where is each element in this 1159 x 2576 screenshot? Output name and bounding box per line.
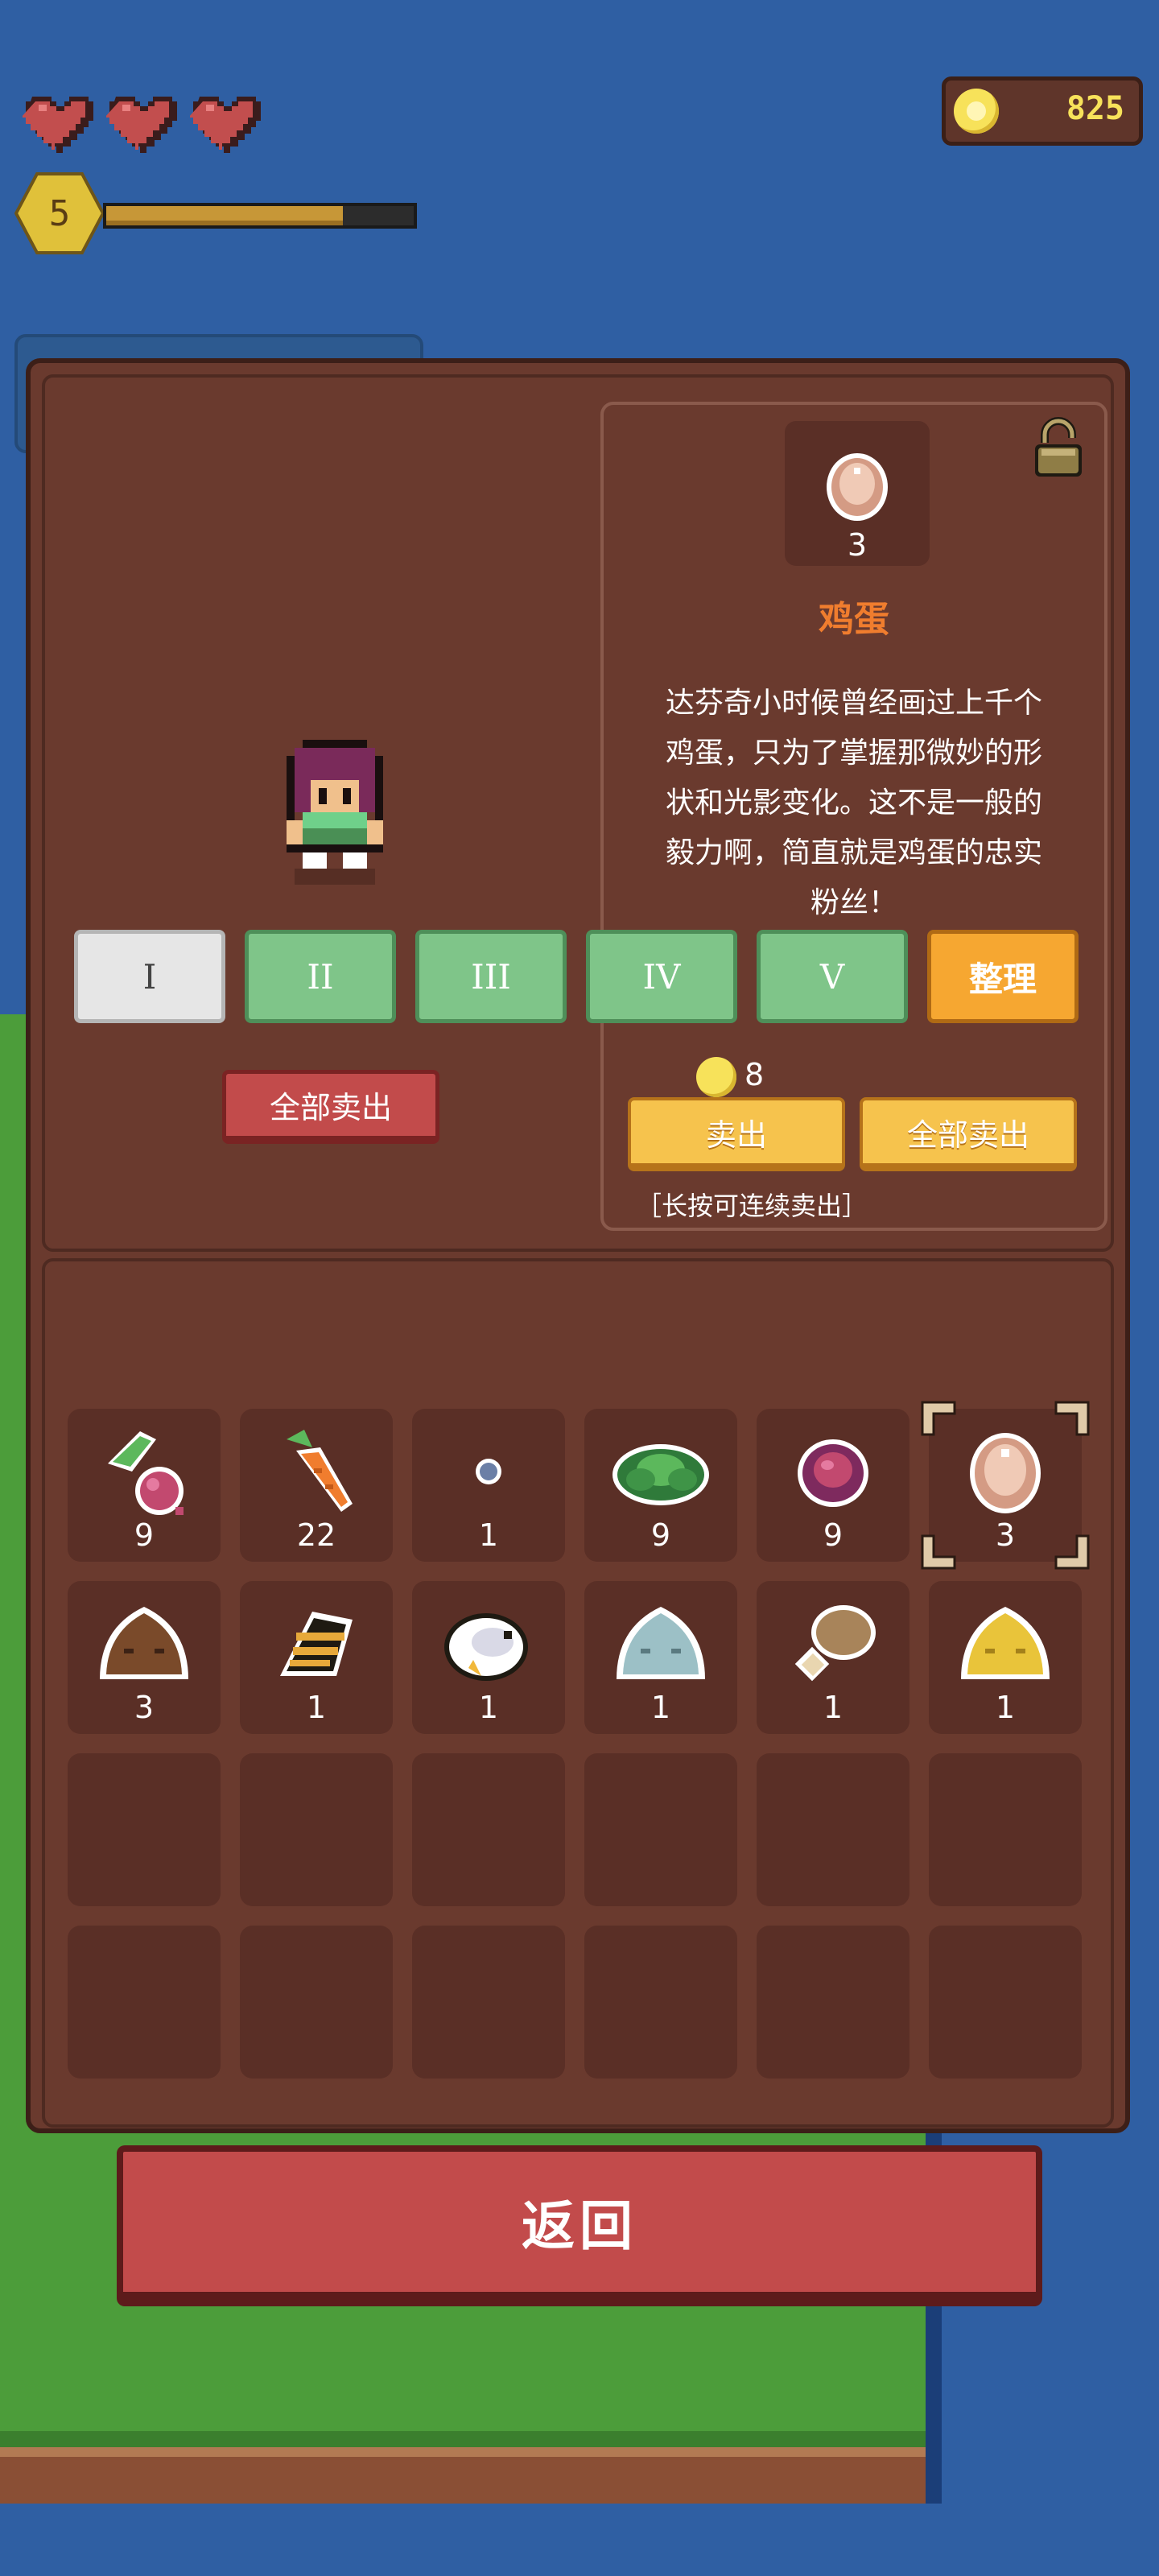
tab-page-2[interactable]: II xyxy=(245,930,396,1023)
egg-icon xyxy=(823,445,891,522)
back-button[interactable]: 返回 xyxy=(117,2145,1042,2306)
egg-icon xyxy=(953,1423,1058,1520)
inventory-slot-empty[interactable] xyxy=(240,1926,393,2079)
heart-icon xyxy=(106,90,182,158)
inventory-slot-empty[interactable] xyxy=(68,1753,221,1906)
inventory-slot[interactable]: 9 xyxy=(68,1409,221,1562)
inventory-slot-empty[interactable] xyxy=(929,1753,1082,1906)
inventory-slot[interactable]: 9 xyxy=(757,1409,909,1562)
inventory-grid: 9 22 1 9 9 3 3 1 1 1 1 1 xyxy=(40,1046,1082,2079)
inventory-slot[interactable]: 1 xyxy=(412,1581,565,1734)
slot-count: 3 xyxy=(134,1690,155,1725)
inventory-slot-empty[interactable] xyxy=(929,1926,1082,2079)
coin-amount: 825 xyxy=(1066,90,1124,127)
lock-icon[interactable] xyxy=(1030,417,1087,481)
item-name: 鸡蛋 xyxy=(819,599,889,640)
stone-icon xyxy=(436,1423,541,1520)
turnip-icon xyxy=(92,1423,196,1520)
tab-page-1[interactable]: I xyxy=(74,930,225,1023)
inventory-slot-selected[interactable]: 3 xyxy=(929,1409,1082,1562)
slot-count: 9 xyxy=(823,1517,843,1553)
inventory-slot-empty[interactable] xyxy=(412,1753,565,1906)
xp-bar-fill xyxy=(106,206,344,225)
inventory-slot-empty[interactable] xyxy=(240,1753,393,1906)
yellow-slime-icon xyxy=(953,1596,1058,1692)
inventory-slot-empty[interactable] xyxy=(412,1926,565,2079)
sort-button[interactable]: 整理 xyxy=(927,930,1079,1023)
heart-icon xyxy=(190,90,266,158)
inventory-slot[interactable]: 1 xyxy=(240,1581,393,1734)
xp-bar xyxy=(103,203,417,229)
carrot-icon xyxy=(264,1423,369,1520)
slot-count: 1 xyxy=(306,1690,327,1725)
drumstick-icon xyxy=(781,1596,885,1692)
inventory-slot-empty[interactable] xyxy=(584,1926,737,2079)
detail-item-count: 3 xyxy=(847,527,868,563)
red-onion-icon xyxy=(781,1423,885,1520)
inventory-slot-empty[interactable] xyxy=(68,1926,221,2079)
tab-page-5[interactable]: V xyxy=(757,930,908,1023)
inventory-slot[interactable]: 1 xyxy=(929,1581,1082,1734)
tab-page-4[interactable]: IV xyxy=(586,930,737,1023)
inventory-slot-empty[interactable] xyxy=(757,1753,909,1906)
slot-count: 1 xyxy=(650,1690,671,1725)
inventory-slot-empty[interactable] xyxy=(757,1926,909,2079)
inventory-slot[interactable]: 1 xyxy=(757,1581,909,1734)
item-description: 达芬奇小时候曾经画过上千个鸡蛋，只为了掌握那微妙的形状和光影变化。这不是一般的毅… xyxy=(665,687,1042,919)
inventory-slot[interactable]: 9 xyxy=(584,1409,737,1562)
coin-icon xyxy=(954,89,999,134)
slot-count: 1 xyxy=(823,1690,843,1725)
inventory-slot[interactable]: 1 xyxy=(584,1581,737,1734)
slot-count: 9 xyxy=(134,1517,155,1553)
slot-count: 1 xyxy=(995,1690,1016,1725)
slot-count: 9 xyxy=(650,1517,671,1553)
detail-item-slot: 3 xyxy=(785,421,930,566)
inventory-slot[interactable]: 3 xyxy=(68,1581,221,1734)
tab-page-3[interactable]: III xyxy=(415,930,567,1023)
inventory-slot-empty[interactable] xyxy=(584,1753,737,1906)
slot-count: 1 xyxy=(478,1690,499,1725)
player-character-icon xyxy=(278,740,391,893)
brown-slime-icon xyxy=(92,1596,196,1692)
health-hearts xyxy=(23,90,266,158)
coin-counter: 825 xyxy=(942,76,1143,146)
slot-count: 22 xyxy=(296,1517,336,1553)
dirt-edge xyxy=(0,2447,934,2504)
inventory-slot[interactable]: 22 xyxy=(240,1409,393,1562)
inventory-slot[interactable]: 1 xyxy=(412,1409,565,1562)
bee-icon xyxy=(264,1596,369,1692)
heart-icon xyxy=(23,90,98,158)
slot-count: 1 xyxy=(478,1517,499,1553)
level-badge: 5 xyxy=(14,171,105,256)
cabbage-icon xyxy=(608,1423,713,1520)
blue-slime-icon xyxy=(608,1596,713,1692)
slot-count: 3 xyxy=(995,1517,1016,1553)
white-bird-icon xyxy=(436,1596,541,1692)
level-number: 5 xyxy=(48,192,71,234)
